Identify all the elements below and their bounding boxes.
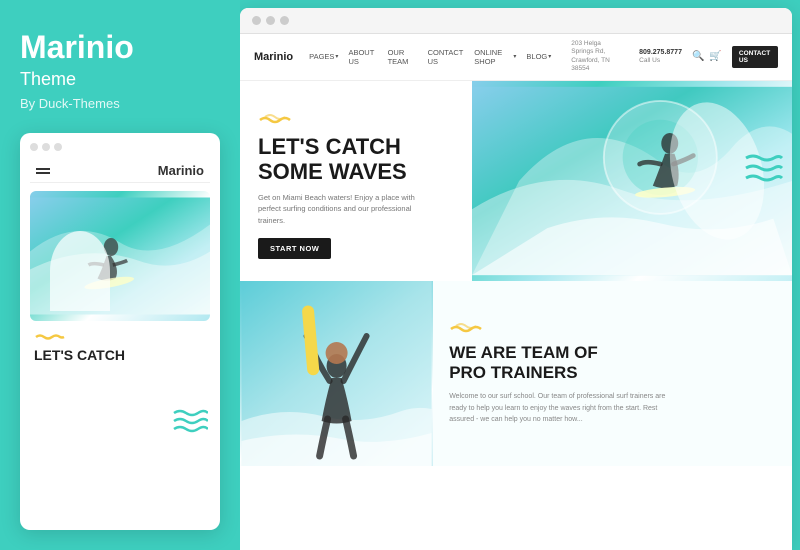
site-logo: Marinio xyxy=(254,51,293,63)
teal-wave-decoration xyxy=(744,151,784,191)
second-section-subtitle: Welcome to our surf school. Our team of … xyxy=(449,391,669,425)
theme-name: Marinio xyxy=(20,30,220,65)
dot-1 xyxy=(30,143,38,151)
nav-about: ABOUT US xyxy=(348,48,377,66)
mobile-surf-image xyxy=(30,191,210,321)
cart-icon[interactable]: 🛒 xyxy=(709,51,721,62)
start-now-button[interactable]: START NOW xyxy=(258,238,331,259)
theme-title-block: Marinio Theme By Duck-Themes xyxy=(20,30,220,133)
hero-section: LET'S CATCH SOME WAVES Get on Miami Beac… xyxy=(240,81,792,281)
hero-wave-svg xyxy=(258,113,294,125)
browser-dot-1 xyxy=(252,16,261,25)
nav-pages: PAGES ▾ xyxy=(309,52,338,61)
left-panel: Marinio Theme By Duck-Themes Marinio xyxy=(0,0,240,550)
nav-icon-group: 🔍 🛒 xyxy=(692,51,722,62)
second-yellow-wave xyxy=(449,322,776,337)
address-line2: Crawford, TN 38554 xyxy=(571,57,621,74)
surf-wave-svg xyxy=(30,191,210,321)
window-dots xyxy=(30,143,210,151)
theme-subtitle: Theme xyxy=(20,69,220,90)
second-section-text: WE ARE TEAM OF PRO TRAINERS Welcome to o… xyxy=(433,281,792,466)
zigzag-svg xyxy=(172,407,208,437)
yellow-wave-svg xyxy=(34,332,66,342)
hero-subtitle: Get on Miami Beach waters! Enjoy a place… xyxy=(258,192,438,226)
browser-chrome-bar xyxy=(240,8,792,34)
nav-shop: ONLINE SHOP ▾ xyxy=(474,48,516,66)
website-content: Marinio PAGES ▾ ABOUT US OUR TEAM CONTAC… xyxy=(240,34,792,550)
mobile-yellow-wave xyxy=(30,329,210,345)
mobile-preview-card: Marinio xyxy=(20,133,220,530)
mobile-nav-bar: Marinio xyxy=(30,159,210,183)
second-section: WE ARE TEAM OF PRO TRAINERS Welcome to o… xyxy=(240,281,792,466)
hero-yellow-wave-decoration xyxy=(258,113,454,128)
contact-us-button[interactable]: CONTACT US xyxy=(732,46,778,68)
phone-number: 809.275.8777 xyxy=(639,48,682,57)
hero-text: LET'S CATCH SOME WAVES Get on Miami Beac… xyxy=(240,81,472,281)
nav-phone-block: 809.275.8777 Call Us xyxy=(639,48,682,66)
teal-zigzag-svg xyxy=(744,151,784,186)
site-navigation: Marinio PAGES ▾ ABOUT US OUR TEAM CONTAC… xyxy=(240,34,792,81)
second-section-title: WE ARE TEAM OF PRO TRAINERS xyxy=(449,343,776,384)
address-line1: 203 Helga Springs Rd, xyxy=(571,40,621,57)
browser-dot-3 xyxy=(280,16,289,25)
hero-surf-image xyxy=(472,81,792,281)
wave-decoration-mobile xyxy=(172,407,208,440)
nav-address-block: 203 Helga Springs Rd, Crawford, TN 38554 xyxy=(571,40,621,74)
phone-label: Call Us xyxy=(639,57,660,65)
second-surfer-svg xyxy=(240,281,433,466)
browser-dot-2 xyxy=(266,16,275,25)
nav-contact: CONTACT US xyxy=(428,48,465,66)
browser-preview: Marinio PAGES ▾ ABOUT US OUR TEAM CONTAC… xyxy=(240,8,792,550)
nav-team: OUR TEAM xyxy=(388,48,418,66)
mobile-headline: LET'S CATCH xyxy=(30,347,210,363)
search-icon[interactable]: 🔍 xyxy=(692,51,704,62)
nav-blog: BLOG ▾ xyxy=(526,52,551,61)
second-wave-svg xyxy=(449,322,485,334)
hamburger-icon xyxy=(36,168,50,174)
mobile-logo: Marinio xyxy=(158,163,204,178)
dot-2 xyxy=(42,143,50,151)
hero-title: LET'S CATCH SOME WAVES xyxy=(258,134,454,185)
theme-author: By Duck-Themes xyxy=(20,96,220,111)
dot-3 xyxy=(54,143,62,151)
second-surf-image xyxy=(240,281,433,466)
